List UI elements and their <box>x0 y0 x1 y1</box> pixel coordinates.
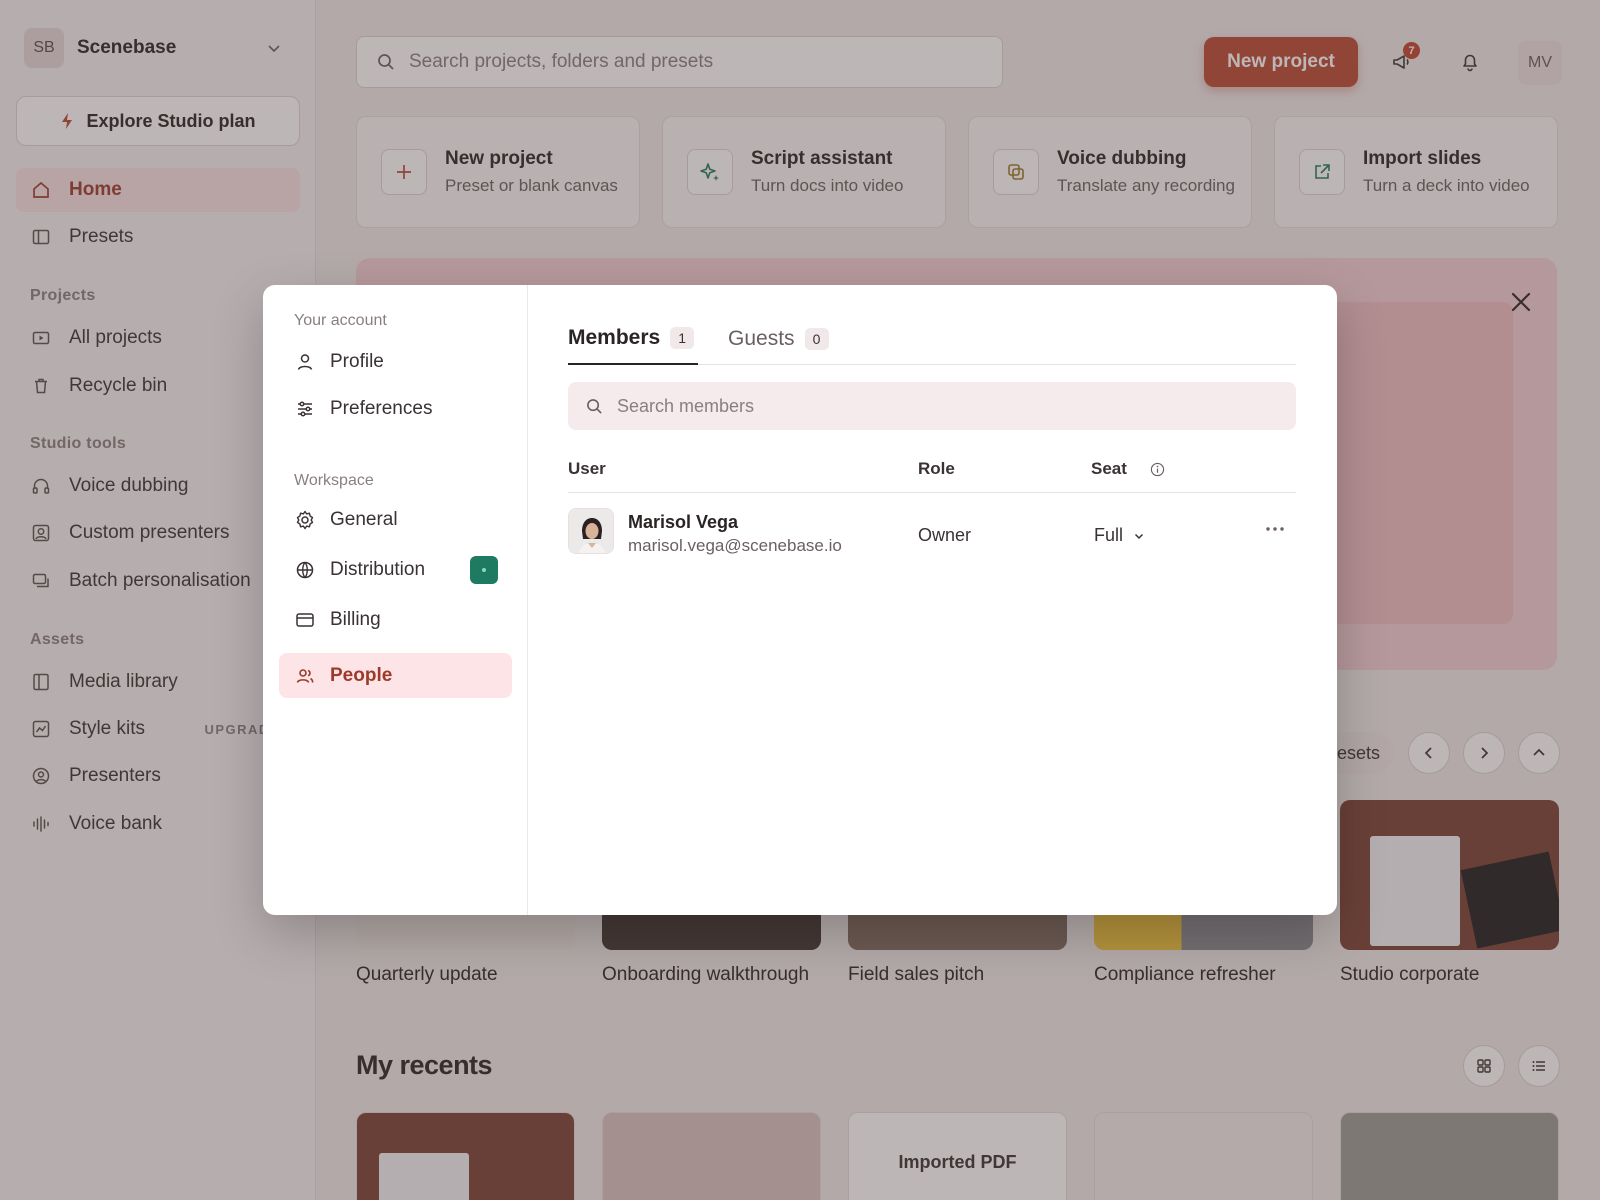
settings-item-people[interactable]: People <box>279 653 512 698</box>
member-avatar <box>568 508 614 554</box>
distribution-status-badge <box>470 556 498 584</box>
settings-item-label: Profile <box>330 350 384 372</box>
chevron-down-icon <box>1134 533 1144 539</box>
member-search-placeholder: Search members <box>617 395 755 416</box>
sliders-icon <box>294 398 316 420</box>
settings-item-label: Distribution <box>330 558 426 580</box>
search-icon <box>586 398 603 415</box>
gear-icon <box>294 509 316 531</box>
people-panel: Members 1 Guests 0 Search members User R… <box>568 285 1296 915</box>
more-options-icon[interactable] <box>1264 525 1286 533</box>
column-user: User <box>568 459 606 478</box>
settings-item-general[interactable]: General <box>279 497 512 542</box>
table-row: Marisol Vega marisol.vega@scenebase.io O… <box>568 495 1296 565</box>
section-workspace: Workspace <box>294 472 374 489</box>
member-email: marisol.vega@scenebase.io <box>628 536 842 555</box>
column-seat: Seat <box>1091 459 1127 478</box>
tab-guests[interactable]: Guests 0 <box>728 313 829 365</box>
tab-label: Guests <box>728 327 795 350</box>
seat-value: Full <box>1094 525 1124 545</box>
tab-label: Members <box>568 326 661 349</box>
settings-modal: Your account Profile Preferences Workspa… <box>263 285 1337 915</box>
settings-item-distribution[interactable]: Distribution <box>279 547 512 592</box>
column-role: Role <box>918 459 955 478</box>
user-icon <box>294 351 316 373</box>
member-search-input[interactable]: Search members <box>568 382 1296 430</box>
section-your-account: Your account <box>294 312 387 329</box>
seat-select[interactable]: Full <box>1094 525 1145 546</box>
member-name: Marisol Vega <box>628 512 739 532</box>
tab-count: 1 <box>670 327 695 349</box>
tab-count: 0 <box>804 328 829 350</box>
members-table-header: User Role Seat <box>568 443 1296 493</box>
globe-icon <box>294 559 316 581</box>
settings-item-billing[interactable]: Billing <box>279 597 512 642</box>
tab-members[interactable]: Members 1 <box>568 313 699 365</box>
settings-item-label: Billing <box>330 608 381 630</box>
settings-item-profile[interactable]: Profile <box>279 339 512 384</box>
people-tabs: Members 1 Guests 0 <box>568 313 1296 365</box>
settings-item-preferences[interactable]: Preferences <box>279 386 512 431</box>
settings-item-label: Preferences <box>330 397 433 419</box>
settings-nav: Your account Profile Preferences Workspa… <box>263 285 528 915</box>
member-role: Owner <box>918 525 972 545</box>
info-icon[interactable] <box>1150 462 1165 477</box>
settings-item-label: General <box>330 508 398 530</box>
credit-card-icon <box>294 609 316 631</box>
users-icon <box>294 665 316 687</box>
settings-item-label: People <box>330 664 393 686</box>
